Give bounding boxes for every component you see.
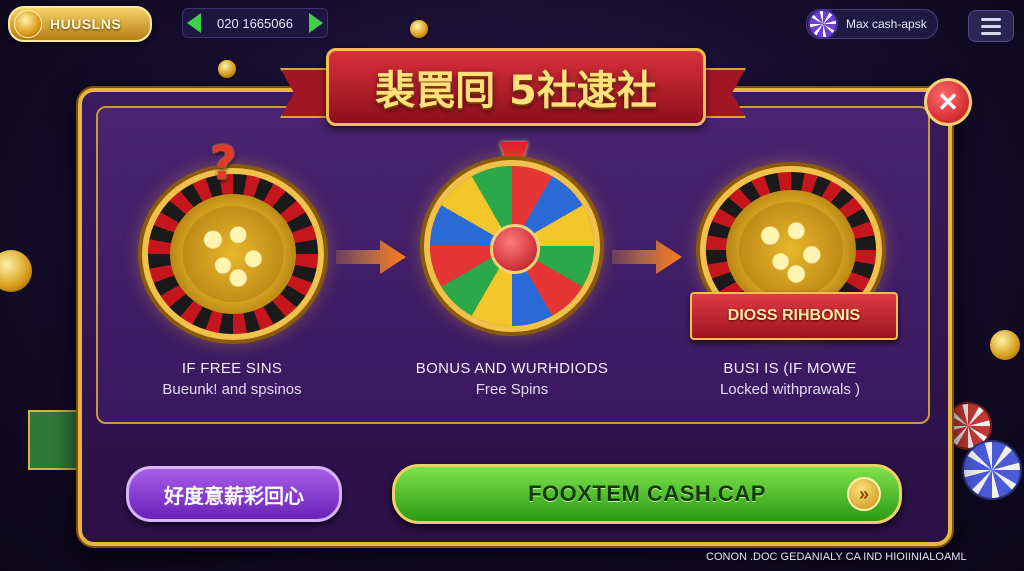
hamburger-icon xyxy=(981,17,1001,21)
bonus-ribbon: DIOSS RIHBONIS xyxy=(690,292,898,340)
arrow-left-icon[interactable] xyxy=(187,13,201,33)
question-mark-icon: ? xyxy=(210,136,237,190)
flow-arrow-icon xyxy=(336,240,406,274)
title-banner: 裴罠囘 5社逮社 xyxy=(280,38,746,130)
close-button[interactable]: ✕ xyxy=(924,78,972,126)
menu-button[interactable] xyxy=(968,10,1014,42)
casino-chip-icon xyxy=(808,9,838,39)
primary-button-label: FOOXTEM CASH.CAP xyxy=(528,481,766,506)
step-title: BUSI IS (IF MOWE xyxy=(723,360,857,377)
step-subtitle: Locked withprawals ) xyxy=(719,381,861,398)
secondary-button[interactable]: 好度意薪彩回心 xyxy=(126,466,342,522)
step-title: BONUS AND WURHDIODS xyxy=(415,360,609,377)
chip-stack-icon xyxy=(962,440,1022,500)
step-caption: IF FREE SINS Bueunk! and spsinos xyxy=(122,360,342,398)
step-title: IF FREE SINS xyxy=(181,360,283,377)
coin-wheel xyxy=(148,174,318,334)
step-caption: BUSI IS (IF MOWE Locked withprawals ) xyxy=(680,360,900,398)
gift-box-icon xyxy=(28,410,78,470)
step-caption: BONUS AND WURHDIODS Free Spins xyxy=(402,360,622,398)
arrow-right-icon[interactable] xyxy=(308,13,323,33)
balance-value: 020 1665066 xyxy=(217,15,293,31)
chevron-right-icon: » xyxy=(847,477,881,511)
coin-icon xyxy=(14,10,42,38)
max-cash-label: Max cash-apsk xyxy=(846,17,927,31)
decor-coin xyxy=(990,330,1020,360)
step-subtitle: Free Spins xyxy=(475,381,549,398)
max-cash-pill[interactable]: Max cash-apsk xyxy=(806,9,938,39)
decor-coin xyxy=(218,60,236,78)
bonus-wheel xyxy=(430,166,594,326)
decor-coin xyxy=(0,250,32,292)
primary-cash-button[interactable]: FOOXTEM CASH.CAP » xyxy=(392,464,902,524)
logo-text: HUUSLNS xyxy=(50,16,122,32)
flow-arrow-icon xyxy=(612,240,682,274)
footer-note: CONON .DOC GEDANIALY CA IND HIOIINIALOAM… xyxy=(706,551,967,563)
ribbon-text: DIOSS RIHBONIS xyxy=(727,307,861,324)
dialog-title: 裴罠囘 5社逮社 xyxy=(375,68,657,114)
coin-stack-icon xyxy=(739,202,843,298)
balance-display: 020 1665066 xyxy=(182,8,328,38)
dice-icon xyxy=(490,224,540,274)
coin-pile-icon xyxy=(182,206,284,302)
game-logo[interactable]: HUUSLNS xyxy=(8,6,152,42)
decor-coin xyxy=(410,20,428,38)
step-subtitle: Bueunk! and spsinos xyxy=(162,381,302,398)
